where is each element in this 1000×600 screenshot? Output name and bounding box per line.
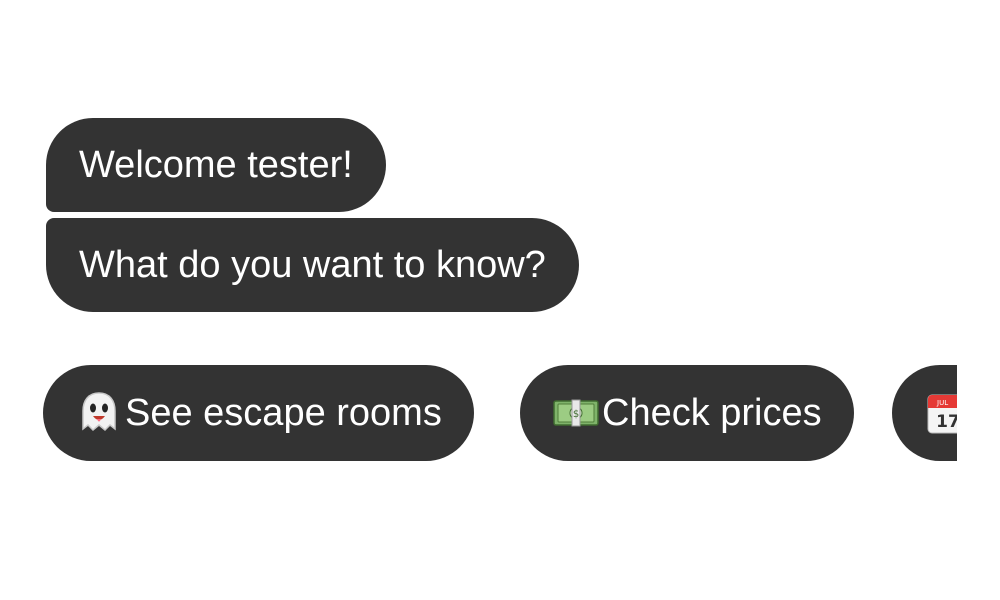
quick-reply-label: See escape rooms (125, 391, 442, 434)
message-text: Welcome tester! (79, 144, 353, 186)
quick-reply-check-prices[interactable]: $ Check prices (520, 365, 854, 461)
bot-message-bubble: Welcome tester! (46, 118, 386, 212)
ghost-icon (75, 389, 123, 437)
quick-reply-label: Check prices (602, 391, 822, 434)
calendar-day: 17 (936, 412, 957, 432)
calendar-icon: JUL 17 (924, 389, 957, 437)
svg-text:$: $ (573, 409, 579, 420)
chat-area: Welcome tester! What do you want to know… (0, 0, 1000, 600)
calendar-month: JUL (936, 399, 948, 407)
bot-message-bubble: What do you want to know? (46, 218, 579, 312)
money-icon: $ (552, 389, 600, 437)
message-text: What do you want to know? (79, 244, 546, 286)
quick-reply-calendar[interactable]: JUL 17 (892, 365, 957, 461)
quick-replies-row[interactable]: See escape rooms $ Check prices JUL 17 (0, 365, 957, 461)
quick-reply-see-escape-rooms[interactable]: See escape rooms (43, 365, 474, 461)
